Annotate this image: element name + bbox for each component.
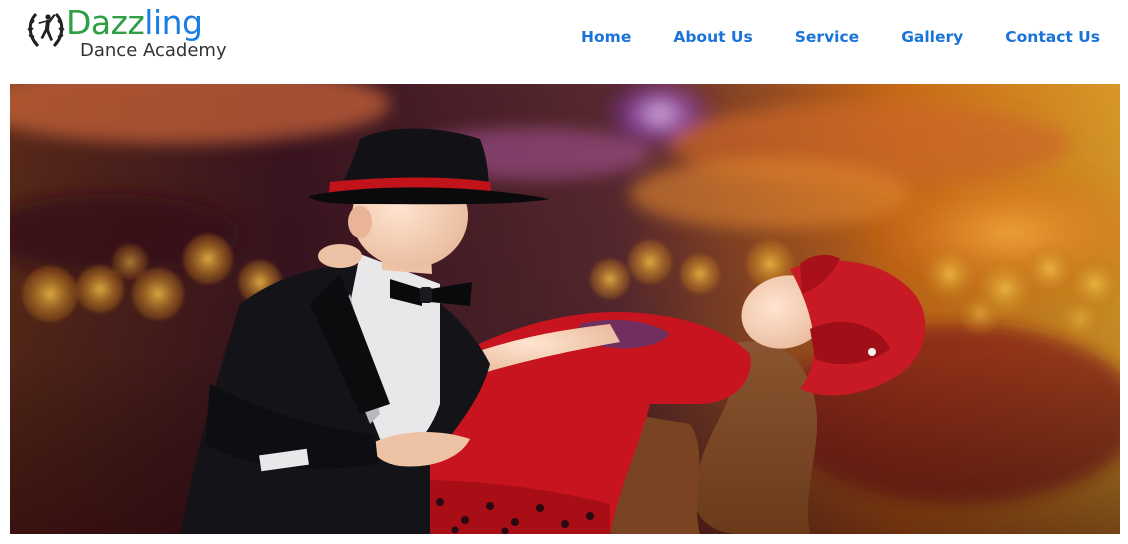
nav-gallery-link[interactable]: Gallery [901, 28, 963, 46]
hero-banner [10, 84, 1120, 534]
brand-title: Dazzling [66, 3, 203, 42]
brand-subtitle: Dance Academy [80, 40, 227, 61]
nav-home-link[interactable]: Home [581, 28, 631, 46]
brand-logo-link[interactable]: Dazzling Dance Academy [24, 4, 244, 68]
brand-title-part-b: ling [144, 3, 203, 42]
main-nav: Home About Us Service Gallery Contact Us [581, 24, 1100, 50]
nav-contact-link[interactable]: Contact Us [1005, 28, 1100, 46]
brand-title-part-a: Dazz [66, 3, 145, 42]
nav-about-link[interactable]: About Us [673, 28, 752, 46]
dancer-laurel-emblem-icon [27, 12, 65, 48]
two-children-dancing-photo [10, 84, 1120, 534]
nav-service-link[interactable]: Service [795, 28, 859, 46]
site-header: Dazzling Dance Academy Home About Us Ser… [0, 0, 1128, 84]
